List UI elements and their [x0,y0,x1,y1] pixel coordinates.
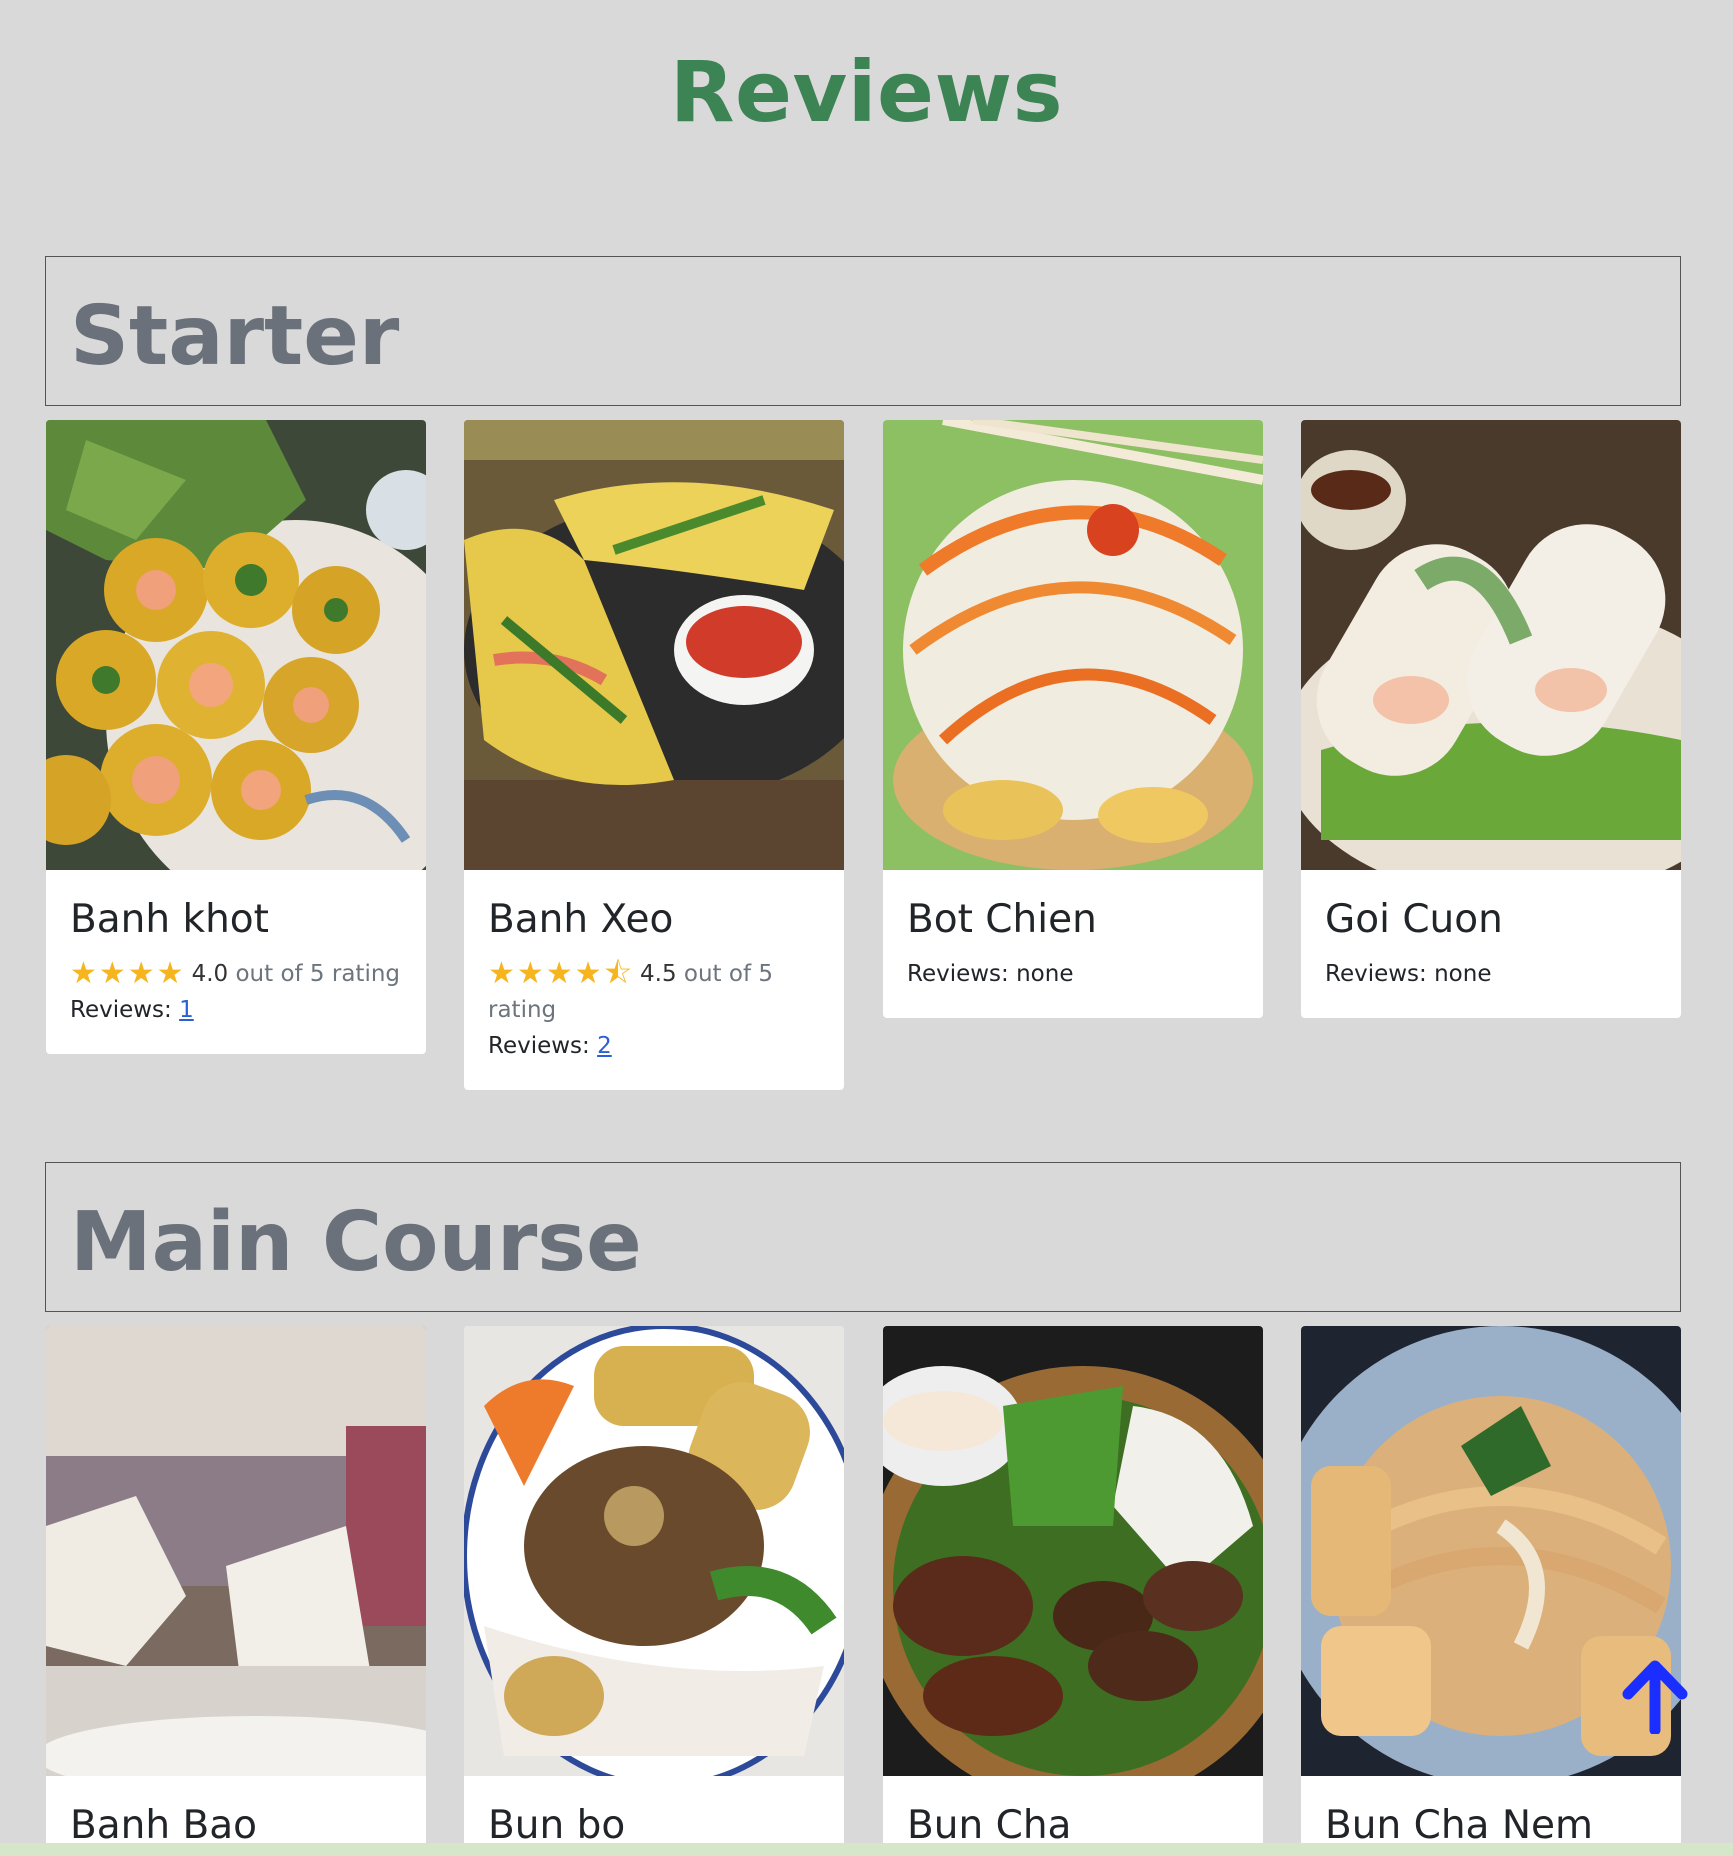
dish-image[interactable] [1301,420,1681,870]
reviews-label: Reviews: [70,997,172,1023]
dish-name[interactable]: Bun Cha Nem [1325,1802,1657,1846]
section-header-starter: Starter [45,256,1681,406]
rating-value: 4.0 [191,961,229,987]
dish-image[interactable] [883,1326,1263,1776]
dish-name[interactable]: Goi Cuon [1325,896,1657,944]
arrow-up-icon [1622,1660,1688,1736]
dish-name[interactable]: Bun bo [488,1802,820,1846]
section-title: Starter [70,289,400,384]
star-icon: ★★★★⯪ [488,956,634,991]
reviews-value: none [1016,961,1074,987]
reviews-link[interactable]: 1 [179,997,194,1023]
reviews-count: Reviews: 2 [488,1028,820,1064]
reviews-label: Reviews: [907,961,1009,987]
dish-name[interactable]: Banh Xeo [488,896,820,944]
dish-name[interactable]: Bun Cha [907,1802,1239,1846]
dish-card-banh-khot[interactable]: Banh khot ★★★★ 4.0 out of 5 rating Review… [46,420,426,1054]
rating-value: 4.5 [640,961,677,987]
rating-suffix: out of 5 rating [235,961,401,987]
dish-name[interactable]: Banh khot [70,896,402,944]
reviews-label: Reviews: [488,1033,590,1059]
reviews-label: Reviews: [1325,961,1427,987]
reviews-count: Reviews: 1 [70,992,402,1028]
reviews-count: Reviews: none [1325,956,1657,992]
section-header-main-course: Main Course [45,1162,1681,1312]
dish-card-goi-cuon[interactable]: Goi Cuon Reviews: none [1301,420,1681,1018]
rating: ★★★★ 4.0 out of 5 rating [70,956,402,992]
reviews-value: none [1434,961,1492,987]
dish-image[interactable] [464,420,844,870]
dish-card-banh-bao[interactable]: Banh Bao [46,1326,426,1846]
dish-card-bun-cha[interactable]: Bun Cha [883,1326,1263,1846]
dish-card-bun-bo[interactable]: Bun bo [464,1326,844,1846]
rating: ★★★★⯪ 4.5 out of 5 rating [488,956,820,1028]
dish-card-bot-chien[interactable]: Bot Chien Reviews: none [883,420,1263,1018]
dish-image[interactable] [883,420,1263,870]
dish-image[interactable] [464,1326,844,1776]
star-icon: ★★★★ [70,956,186,991]
reviews-link[interactable]: 2 [597,1033,612,1059]
scroll-to-top-button[interactable] [1620,1658,1690,1736]
dish-image[interactable] [46,420,426,870]
dish-card-bun-cha-nem[interactable]: Bun Cha Nem [1301,1326,1681,1846]
bottom-strip [0,1843,1733,1856]
reviews-count: Reviews: none [907,956,1239,992]
dish-card-banh-xeo[interactable]: Banh Xeo ★★★★⯪ 4.5 out of 5 rating Review… [464,420,844,1090]
dish-name[interactable]: Bot Chien [907,896,1239,944]
dish-name[interactable]: Banh Bao [70,1802,402,1846]
page-title: Reviews [669,43,1064,141]
dish-image[interactable] [46,1326,426,1776]
section-title: Main Course [70,1195,642,1290]
